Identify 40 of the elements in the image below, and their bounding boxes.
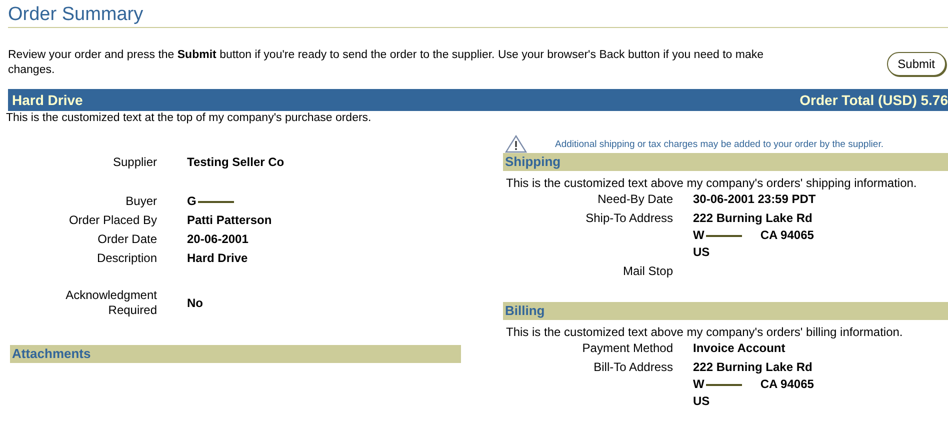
field-value: US <box>693 393 710 410</box>
page-title: Order Summary <box>8 4 948 28</box>
warning-icon <box>505 135 527 153</box>
field-label: Order Placed By <box>68 212 158 229</box>
field-label: Need-By Date <box>596 191 674 208</box>
field-label: Description <box>96 250 158 267</box>
notice-text: Additional shipping or tax charges may be added to your order by the supplier. <box>555 138 884 150</box>
field-value: 20-06-2001 <box>187 231 248 248</box>
field-value: Hard Drive <box>187 250 248 267</box>
field-label: Bill-To Address <box>592 359 674 376</box>
field-value: Testing Seller Co <box>187 154 284 171</box>
field-label: Mail Stop <box>622 263 674 280</box>
field-value: No <box>187 296 203 310</box>
instruction-text: Review your order and press the Submit button if you're ready to send the order to the supplier. Use your browser's Back button if you need to make changes. <box>8 48 764 78</box>
field-value: G <box>187 193 196 210</box>
submit-button[interactable]: Submit <box>886 52 946 76</box>
field-value: US <box>693 244 710 261</box>
section-header: Shipping <box>503 153 948 171</box>
section-header: Billing <box>503 302 948 320</box>
field-value: Patti Patterson <box>187 212 272 229</box>
item-name: Hard Drive <box>12 92 83 108</box>
field-value: 222 Burning Lake Rd <box>693 210 812 227</box>
field-label: Order Date <box>96 231 158 248</box>
field-value: W <box>693 227 704 244</box>
field-value: 222 Burning Lake Rd <box>693 359 812 376</box>
field-value: W <box>693 376 704 393</box>
field-value: 30-06-2001 23:59 PDT <box>693 191 816 208</box>
field-label: Payment Method <box>581 340 674 357</box>
intro-text: This is the customized text at the top of my company's purchase orders. <box>5 111 372 125</box>
section-text: This is the customized text above my company's orders' shipping information. <box>505 175 918 191</box>
field-value: CA 94065 <box>760 376 814 393</box>
field-label: Ship-To Address <box>584 210 674 227</box>
section-text: This is the customized text above my company's orders' billing information. <box>505 324 904 340</box>
field-value: CA 94065 <box>760 227 814 244</box>
field-value: Invoice Account <box>693 340 786 357</box>
field-label: Buyer <box>124 193 158 210</box>
order-total: Order Total (USD) 5.76 <box>800 92 948 108</box>
section-header: Attachments <box>10 345 461 363</box>
field-label: Acknowledgment Required <box>64 288 158 318</box>
field-label: Supplier <box>112 154 158 171</box>
